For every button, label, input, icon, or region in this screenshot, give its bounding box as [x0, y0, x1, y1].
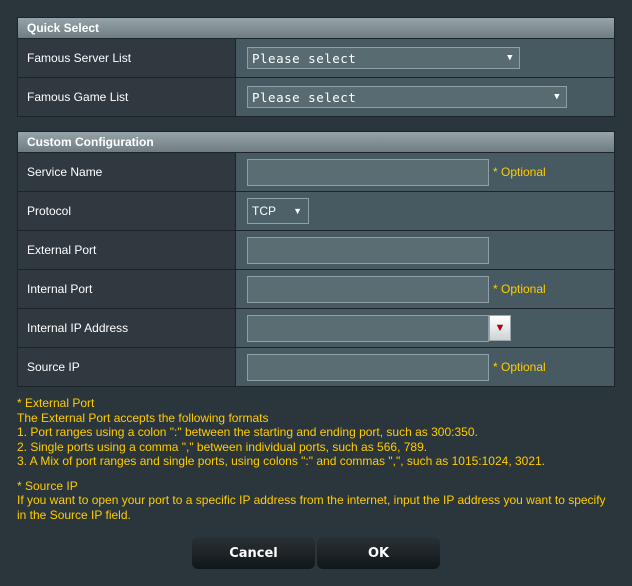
- internal-ip-dropdown-button[interactable]: ▼: [489, 315, 511, 341]
- internal-port-hint: * Optional: [493, 282, 546, 296]
- source-ip-input[interactable]: [247, 353, 489, 381]
- famous-server-label: Famous Server List: [18, 39, 236, 77]
- protocol-row: Protocol TCP ▼: [18, 192, 614, 231]
- ok-button[interactable]: OK: [317, 537, 440, 569]
- famous-game-select[interactable]: Please select ▼: [247, 86, 567, 108]
- external-port-note-line: 2. Single ports using a comma "," betwee…: [17, 439, 428, 454]
- service-name-label: Service Name: [18, 153, 236, 191]
- caret-down-icon: ▼: [494, 322, 506, 334]
- internal-ip-row: Internal IP Address ▼: [18, 309, 614, 348]
- external-port-label: External Port: [18, 231, 236, 269]
- external-port-note-line: 3. A Mix of port ranges and single ports…: [17, 454, 546, 468]
- source-ip-note-title: * Source IP: [17, 478, 78, 493]
- internal-ip-label: Internal IP Address: [18, 309, 236, 347]
- famous-server-select[interactable]: Please select ▼: [247, 47, 520, 69]
- external-port-note-title: * External Port: [17, 396, 95, 410]
- service-name-hint: * Optional: [493, 165, 546, 179]
- source-ip-note-line: If you want to open your port to a speci…: [17, 493, 606, 507]
- internal-ip-input[interactable]: [247, 314, 489, 342]
- custom-config-header: Custom Configuration: [18, 132, 614, 153]
- internal-port-row: Internal Port * Optional: [18, 270, 614, 309]
- chevron-down-icon: ▼: [507, 53, 513, 63]
- cancel-button[interactable]: Cancel: [192, 537, 315, 569]
- famous-game-value: Please select: [252, 89, 357, 105]
- external-port-input[interactable]: [247, 236, 489, 264]
- source-ip-label: Source IP: [18, 348, 236, 386]
- source-ip-note-line: in the Source IP field.: [17, 507, 131, 522]
- internal-port-label: Internal Port: [18, 270, 236, 308]
- source-ip-hint: * Optional: [493, 360, 546, 374]
- service-name-input[interactable]: [247, 158, 489, 186]
- famous-game-label: Famous Game List: [18, 78, 236, 116]
- protocol-select[interactable]: TCP ▼: [247, 198, 309, 224]
- external-port-note-line: 1. Port ranges using a colon ":" between…: [17, 425, 478, 439]
- source-ip-row: Source IP * Optional: [18, 348, 614, 386]
- quick-select-header: Quick Select: [18, 18, 614, 39]
- famous-server-row: Famous Server List Please select ▼: [18, 39, 614, 78]
- service-name-row: Service Name * Optional: [18, 153, 614, 192]
- external-port-note-line: The External Port accepts the following …: [17, 410, 269, 425]
- external-port-row: External Port: [18, 231, 614, 270]
- chevron-down-icon: ▼: [554, 92, 560, 102]
- internal-port-input[interactable]: [247, 275, 489, 303]
- quick-select-table: Quick Select Famous Server List Please s…: [17, 17, 615, 117]
- protocol-label: Protocol: [18, 192, 236, 230]
- famous-game-row: Famous Game List Please select ▼: [18, 78, 614, 116]
- famous-server-value: Please select: [252, 50, 357, 66]
- chevron-down-icon: ▼: [293, 206, 302, 216]
- protocol-value: TCP: [252, 204, 276, 218]
- help-notes: * External Port The External Port accept…: [17, 396, 617, 522]
- custom-config-table: Custom Configuration Service Name * Opti…: [17, 131, 615, 387]
